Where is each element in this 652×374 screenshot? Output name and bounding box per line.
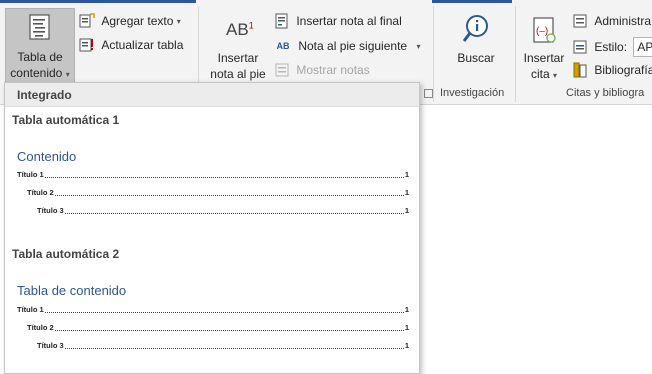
toc-entry-page: 1 [404,188,409,197]
toc-preview-entry: Título 3 1 [37,337,409,351]
toc-entry-page: 1 [404,305,409,314]
manage-sources-icon [573,14,587,28]
insert-citation-label-2: cita [530,67,550,81]
toc-option-automatic-1[interactable]: Tabla automática 1 Contenido Título 1 1 T… [5,107,419,215]
footnote-icon-text: AB [226,20,249,39]
update-table-label: Actualizar tabla [101,37,184,52]
research-group-label: Investigación [440,87,505,99]
toc-entry-page: 1 [404,323,409,332]
bibliography-icon [573,62,587,78]
toc-preview-entry: Título 1 1 [17,166,409,180]
toc-preview-entry: Título 2 1 [27,319,409,333]
chevron-down-icon: ▾ [553,71,558,80]
insert-citation-button[interactable]: (–) Insertar cita ▾ [520,10,568,82]
toc-leader-dots [54,194,404,196]
citation-icon: (–) [533,17,556,43]
toc-preview-heading: Contenido [17,149,77,164]
toc-option-automatic-2[interactable]: Tabla automática 2 Tabla de contenido Tí… [5,243,419,353]
chevron-down-icon: ▾ [65,70,70,79]
toc-preview-entry: Título 2 1 [27,184,409,198]
style-row: Estilo: APA [572,37,652,57]
group-separator [515,6,516,102]
style-label: Estilo: [594,40,628,54]
toc-button-label-1: Tabla de [17,50,63,64]
toc-button-label-2-row: contenido ▾ [6,65,74,83]
insert-endnote-button[interactable]: Insertar nota al final [274,12,402,29]
group-separator [433,6,434,102]
show-notes-button[interactable]: Mostrar notas [274,61,370,78]
update-table-icon [79,38,93,52]
manage-sources-label: Administra [594,13,652,28]
insert-footnote-label-1: Insertar [217,51,259,65]
add-text-icon [79,13,95,28]
toc-leader-dots [64,347,404,349]
add-text-button[interactable]: Agregar texto ▾ [79,12,181,30]
toc-button-label-2: contenido [10,66,63,80]
insert-footnote-label-2: nota al pie [210,67,266,81]
dialog-launcher-icon[interactable] [424,89,433,98]
toc-gallery-dropdown: Integrado Tabla automática 1 Contenido T… [4,82,420,374]
toc-icon [29,14,50,40]
footnote-icon-sup: 1 [248,20,254,31]
search-icon [462,15,488,42]
toc-option-name: Tabla automática 1 [12,113,120,127]
toc-entry-page: 1 [404,206,409,215]
toc-entry-text: Título 1 [17,305,44,314]
update-table-button[interactable]: Actualizar tabla [79,36,183,53]
toc-entry-text: Título 3 [37,341,64,350]
manage-sources-button[interactable]: Administra [572,12,651,29]
chevron-down-icon: ▾ [176,17,181,26]
toc-entry-text: Título 1 [17,170,44,179]
next-footnote-button[interactable]: AB Nota al pie siguiente ▾ [274,37,421,55]
style-select[interactable]: APA [633,37,652,57]
next-footnote-icon: AB [276,40,290,51]
search-button[interactable]: Buscar [446,10,506,82]
insert-citation-label-1: Insertar [523,51,565,65]
toc-leader-dots [64,212,404,214]
citations-group-label: Citas y bibliogra [566,87,645,99]
gallery-section-header: Integrado [5,83,419,107]
toc-button[interactable]: Tabla de contenido ▾ [5,8,75,84]
svg-text:(–): (–) [536,26,548,37]
toc-preview-entry: Título 1 1 [17,301,409,315]
footnote-icon: AB1 [226,20,254,40]
insert-citation-label-2-row: cita ▾ [520,66,568,84]
toc-option-name: Tabla automática 2 [12,247,120,261]
chevron-down-icon: ▾ [416,42,421,51]
bibliography-button[interactable]: Bibliografía [572,61,652,78]
toc-entry-page: 1 [404,170,409,179]
insert-endnote-label: Insertar nota al final [296,13,402,28]
show-notes-label: Mostrar notas [296,62,370,77]
next-footnote-label: Nota al pie siguiente [298,38,408,53]
endnote-icon [275,13,288,29]
toc-entry-text: Título 2 [27,323,54,332]
bibliography-label: Bibliografía [594,62,652,77]
toc-leader-dots [44,311,404,313]
style-icon [573,40,587,54]
toc-leader-dots [44,176,404,178]
add-text-label: Agregar texto [101,13,174,28]
toc-preview-heading: Tabla de contenido [17,283,127,298]
ribbon-top-accent [432,0,512,3]
toc-preview-entry: Título 3 1 [37,202,409,216]
show-notes-icon [275,63,289,77]
insert-footnote-button[interactable]: AB1 Insertar nota al pie [206,10,270,82]
toc-entry-page: 1 [404,341,409,350]
ribbon-top-accent [0,0,196,3]
search-label: Buscar [457,51,495,65]
toc-entry-text: Título 2 [27,188,54,197]
toc-entry-text: Título 3 [37,206,64,215]
toc-leader-dots [54,329,404,331]
